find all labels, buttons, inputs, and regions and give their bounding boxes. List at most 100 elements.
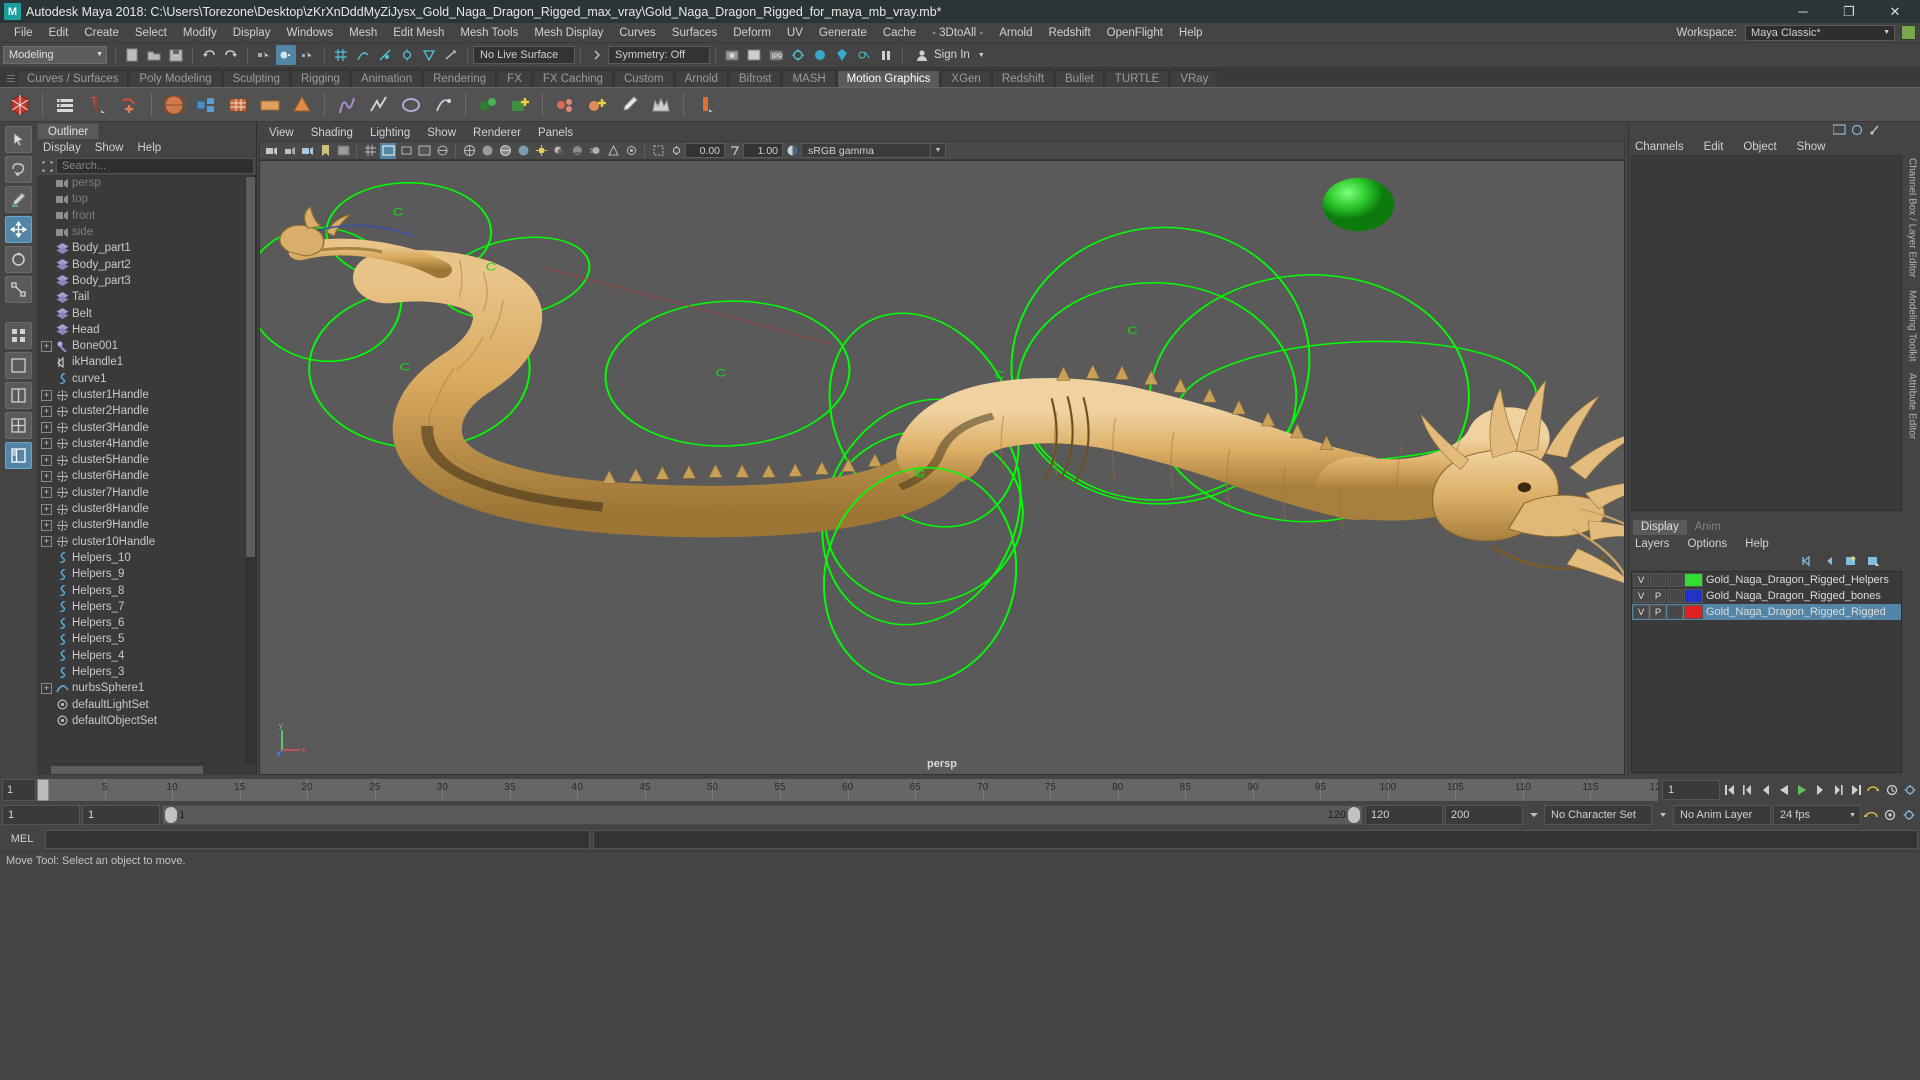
isolate-select-icon[interactable] <box>650 143 666 159</box>
shelf-tab-curves-surfaces[interactable]: Curves / Surfaces <box>17 70 129 87</box>
vtab-channel-box-layer-editor[interactable]: Channel Box / Layer Editor <box>1907 152 1918 284</box>
screen-space-ao-icon[interactable] <box>569 143 585 159</box>
workspace-lock-icon[interactable] <box>1901 25 1916 40</box>
go-to-start-icon[interactable] <box>1721 780 1738 800</box>
outliner-tree[interactable]: persp top front side Body_part1 Body_part2 Bod… <box>37 175 245 763</box>
channelbox-menu-show[interactable]: Show <box>1797 141 1826 153</box>
menu-item-surfaces[interactable]: Surfaces <box>664 23 725 43</box>
undo-icon[interactable] <box>199 45 219 65</box>
snap-to-point-icon[interactable] <box>375 45 395 65</box>
gamma-value[interactable]: 1.00 <box>743 143 783 158</box>
snap-to-grid-icon[interactable] <box>331 45 351 65</box>
layer-visibility-toggle[interactable]: V <box>1633 573 1649 587</box>
shelf-tab-mash[interactable]: MASH <box>782 70 836 87</box>
outliner-item-helpers_10[interactable]: Helpers_10 <box>37 550 245 566</box>
shelf-tab-motion-graphics[interactable]: Motion Graphics <box>836 70 941 87</box>
select-tool-icon[interactable] <box>5 126 32 153</box>
channelbox-menu-edit[interactable]: Edit <box>1704 141 1724 153</box>
outliner-horizontal-scrollbar[interactable] <box>37 763 256 775</box>
expand-toggle-icon[interactable]: + <box>41 422 52 434</box>
shelf-tab-custom[interactable]: Custom <box>613 70 674 87</box>
viewport-menu-renderer[interactable]: Renderer <box>473 127 521 139</box>
mash-cone-icon[interactable] <box>288 91 316 119</box>
outliner-item-helpers_4[interactable]: Helpers_4 <box>37 648 245 664</box>
shelf-tab-xgen[interactable]: XGen <box>941 70 991 87</box>
expand-toggle-icon[interactable]: + <box>41 438 52 450</box>
camera-attributes-icon[interactable] <box>299 143 315 159</box>
mash-curve-dynamics-icon[interactable] <box>333 91 361 119</box>
menu-item-deform[interactable]: Deform <box>725 23 779 43</box>
resolution-gate-icon[interactable] <box>398 143 414 159</box>
vtab-attribute-editor[interactable]: Attribute Editor <box>1907 367 1918 445</box>
mash-add-node-icon[interactable] <box>506 91 534 119</box>
make-live-icon[interactable] <box>441 45 461 65</box>
mel-label[interactable]: MEL <box>2 830 42 849</box>
viewport-menu-lighting[interactable]: Lighting <box>370 127 410 139</box>
outliner-item-top[interactable]: top <box>37 191 245 207</box>
playback-loop-toggle-icon[interactable] <box>1863 805 1880 825</box>
render-sequence-icon[interactable] <box>832 45 852 65</box>
outliner-item-helpers_8[interactable]: Helpers_8 <box>37 582 245 598</box>
layer-playback-toggle[interactable] <box>1650 573 1666 587</box>
new-scene-icon[interactable] <box>122 45 142 65</box>
step-back-frame-icon[interactable] <box>1757 780 1774 800</box>
outliner-item-cluster9handle[interactable]: + cluster9Handle <box>37 517 245 533</box>
mash-plus2-icon[interactable] <box>583 91 611 119</box>
mash-orbit-icon[interactable] <box>397 91 425 119</box>
mash-text-icon[interactable]: T <box>83 91 111 119</box>
viewport-menu-panels[interactable]: Panels <box>538 127 573 139</box>
select-camera-icon[interactable] <box>263 143 279 159</box>
ipr-render-icon[interactable]: IPR <box>766 45 786 65</box>
time-slider-track[interactable]: 5 10 15 20 25 30 35 40 45 50 55 60 65 70 75 80 85 90 95 100… <box>37 779 1658 801</box>
render-settings-icon[interactable] <box>788 45 808 65</box>
gate-mask-icon[interactable] <box>416 143 432 159</box>
expand-toggle-icon[interactable]: + <box>41 519 52 531</box>
close-button[interactable]: ✕ <box>1872 0 1918 23</box>
layer-display-type-toggle[interactable] <box>1667 589 1683 603</box>
shelf-tab-poly-modeling[interactable]: Poly Modeling <box>129 70 222 87</box>
command-input[interactable] <box>45 829 590 849</box>
layout-persp-outliner-icon[interactable] <box>5 442 32 469</box>
workspace-select[interactable]: Maya Classic* ▼ <box>1745 24 1895 41</box>
film-gate-icon[interactable] <box>380 142 396 159</box>
auto-key-icon[interactable] <box>1883 780 1900 800</box>
select-by-component-type-icon[interactable] <box>298 45 318 65</box>
minimize-button[interactable]: ─ <box>1780 0 1826 23</box>
mash-signal-icon[interactable] <box>365 91 393 119</box>
command-output[interactable] <box>593 829 1918 849</box>
mash-dynamics-icon[interactable] <box>474 91 502 119</box>
layer-visibility-toggle[interactable]: V <box>1633 605 1649 619</box>
exposure-value[interactable]: 0.00 <box>685 143 725 158</box>
textured-icon[interactable] <box>515 143 531 159</box>
motion-blur-icon[interactable] <box>587 143 603 159</box>
viewport-menu-show[interactable]: Show <box>427 127 456 139</box>
smooth-wire-icon[interactable] <box>497 143 513 159</box>
mash-crown-icon[interactable] <box>647 91 675 119</box>
outliner-item-ikhandle1[interactable]: ikHandle1 <box>37 354 245 370</box>
mash-grid-icon[interactable] <box>224 91 252 119</box>
expand-toggle-icon[interactable]: + <box>41 340 52 352</box>
channel-box-body[interactable] <box>1631 155 1902 511</box>
outliner-item-cluster7handle[interactable]: + cluster7Handle <box>37 485 245 501</box>
save-scene-icon[interactable] <box>166 45 186 65</box>
menu-item-create[interactable]: Create <box>76 23 127 43</box>
shelf-tab-rendering[interactable]: Rendering <box>423 70 497 87</box>
expand-toggle-icon[interactable]: + <box>41 470 52 482</box>
expand-toggle-icon[interactable]: + <box>41 454 52 466</box>
play-backwards-icon[interactable] <box>1775 780 1792 800</box>
outliner-item-cluster1handle[interactable]: + cluster1Handle <box>37 387 245 403</box>
menu-item-display[interactable]: Display <box>225 23 279 43</box>
menu-item-file[interactable]: File <box>6 23 41 43</box>
menu-item-redshift[interactable]: Redshift <box>1040 23 1098 43</box>
display-layer-row[interactable]: V P Gold_Naga_Dragon_Rigged_bones <box>1632 588 1901 604</box>
range-options-icon[interactable] <box>1525 805 1542 825</box>
animation-end-field[interactable]: 200 <box>1445 805 1523 825</box>
step-forward-key-icon[interactable] <box>1829 780 1846 800</box>
outliner-item-persp[interactable]: persp <box>37 175 245 191</box>
tab-outliner[interactable]: Outliner <box>37 123 100 139</box>
range-slider-bar[interactable]: 1 120 <box>162 805 1363 825</box>
lock-camera-icon[interactable] <box>281 143 297 159</box>
smooth-shading-icon[interactable] <box>479 143 495 159</box>
outliner-item-cluster10handle[interactable]: + cluster10Handle <box>37 534 245 550</box>
layout-two-pane-icon[interactable] <box>5 382 32 409</box>
